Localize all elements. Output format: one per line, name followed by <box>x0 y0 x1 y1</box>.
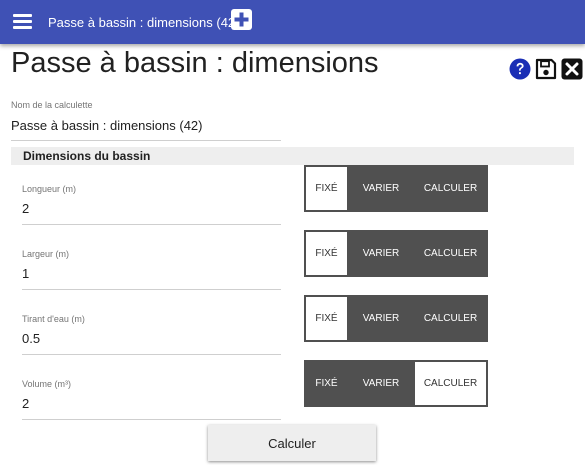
param-underline <box>22 419 281 420</box>
param-underline <box>22 354 281 355</box>
mode-fixe-button[interactable]: FIXÉ <box>304 360 349 407</box>
param-input[interactable]: 0.5 <box>22 331 40 346</box>
calculator-name-underline <box>11 140 281 141</box>
calculator-name-input[interactable]: Passe à bassin : dimensions (42) <box>11 118 202 133</box>
mode-varier-button[interactable]: VARIER <box>349 295 413 342</box>
help-icon[interactable] <box>509 58 531 80</box>
mode-varier-button[interactable]: VARIER <box>349 230 413 277</box>
menu-icon[interactable] <box>13 13 32 29</box>
close-icon[interactable] <box>561 58 583 80</box>
param-input[interactable]: 1 <box>22 266 29 281</box>
param-underline <box>22 224 281 225</box>
page-title: Passe à bassin : dimensions <box>11 47 379 79</box>
mode-calculer-button[interactable]: CALCULER <box>413 230 488 277</box>
mode-toggle-volume: FIXÉ VARIER CALCULER <box>304 360 488 407</box>
mode-fixe-button[interactable]: FIXÉ <box>304 230 349 277</box>
mode-calculer-button[interactable]: CALCULER <box>413 165 488 212</box>
param-label: Largeur (m) <box>22 249 70 259</box>
param-label: Longueur (m) <box>22 184 77 194</box>
calculator-name-label: Nom de la calculette <box>11 100 93 110</box>
mode-toggle-largeur: FIXÉ VARIER CALCULER <box>304 230 488 277</box>
mode-fixe-button[interactable]: FIXÉ <box>304 165 349 212</box>
add-calculator-icon[interactable] <box>231 9 252 30</box>
mode-varier-button[interactable]: VARIER <box>349 165 413 212</box>
mode-toggle-tirant-eau: FIXÉ VARIER CALCULER <box>304 295 488 342</box>
mode-toggle-longueur: FIXÉ VARIER CALCULER <box>304 165 488 212</box>
param-label: Volume (m³) <box>22 379 72 389</box>
param-longueur: Longueur (m) 2 <box>22 184 282 234</box>
save-icon[interactable] <box>535 58 557 80</box>
section-header: Dimensions du bassin <box>11 147 574 165</box>
mode-varier-button[interactable]: VARIER <box>349 360 413 407</box>
mode-calculer-button[interactable]: CALCULER <box>413 295 488 342</box>
top-app-bar: Passe à bassin : dimensions (42) <box>0 0 585 44</box>
param-label: Tirant d'eau (m) <box>22 314 85 324</box>
param-tirant-eau: Tirant d'eau (m) 0.5 <box>22 314 282 364</box>
param-largeur: Largeur (m) 1 <box>22 249 282 299</box>
calculate-button[interactable]: Calculer <box>208 425 376 461</box>
param-input[interactable]: 2 <box>22 201 29 216</box>
mode-fixe-button[interactable]: FIXÉ <box>304 295 349 342</box>
param-volume: Volume (m³) 2 <box>22 379 282 429</box>
calculator-tab-title[interactable]: Passe à bassin : dimensions (42) <box>48 15 239 30</box>
param-underline <box>22 289 281 290</box>
param-input[interactable]: 2 <box>22 396 29 411</box>
mode-calculer-button[interactable]: CALCULER <box>413 360 488 407</box>
